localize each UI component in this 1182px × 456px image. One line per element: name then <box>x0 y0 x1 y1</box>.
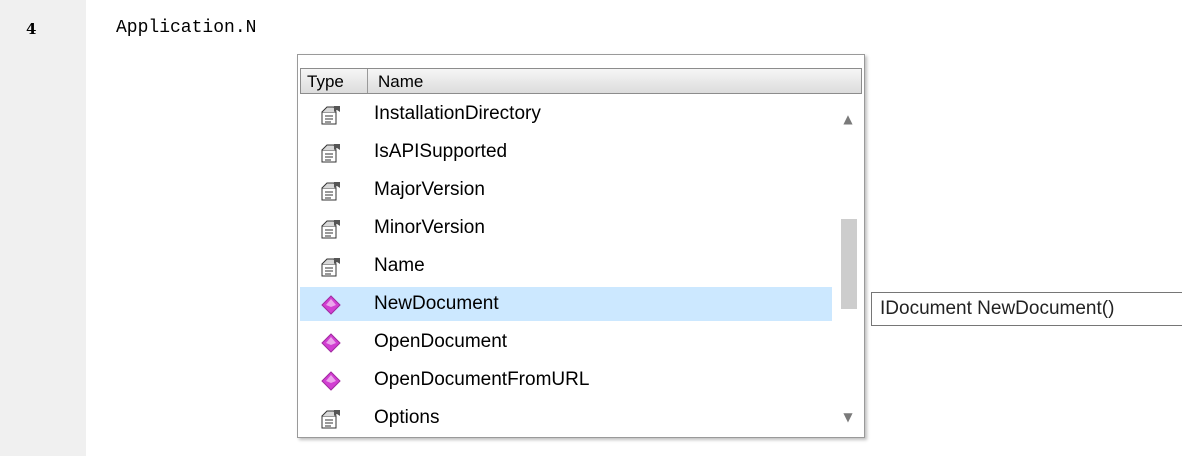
line-gutter: 4 <box>0 0 86 456</box>
property-icon <box>320 408 342 430</box>
completion-item[interactable]: NewDocument <box>300 287 832 321</box>
completion-item-label: OpenDocumentFromURL <box>374 369 590 390</box>
column-divider[interactable] <box>367 69 368 93</box>
completion-item[interactable]: Options <box>300 401 832 435</box>
completion-item-label: MajorVersion <box>374 179 485 200</box>
completion-item-label: OpenDocument <box>374 331 508 352</box>
completion-item-label: Options <box>374 407 440 428</box>
completion-item-label: MinorVersion <box>374 217 485 238</box>
completion-item-label: NewDocument <box>374 293 499 314</box>
code-line[interactable]: Application.N <box>116 18 256 38</box>
scrollbar-thumb[interactable] <box>841 219 857 309</box>
completion-item[interactable]: OpenDocument <box>300 325 832 359</box>
completion-item[interactable]: MinorVersion <box>300 211 832 245</box>
popup-top-strip <box>298 55 864 66</box>
scroll-up-arrow-icon[interactable]: ▲ <box>838 111 858 127</box>
completion-item[interactable]: InstallationDirectory <box>300 97 832 131</box>
completion-item-label: Name <box>374 255 425 276</box>
property-icon <box>320 142 342 164</box>
vertical-scrollbar[interactable]: ▲ ▼ <box>834 97 862 437</box>
signature-tooltip: IDocument NewDocument() <box>871 292 1182 326</box>
property-icon <box>320 104 342 126</box>
property-icon <box>320 180 342 202</box>
method-icon <box>320 294 342 316</box>
completion-item-label: InstallationDirectory <box>374 103 541 124</box>
method-icon <box>320 370 342 392</box>
completion-item[interactable]: Name <box>300 249 832 283</box>
property-icon <box>320 256 342 278</box>
scroll-down-arrow-icon[interactable]: ▼ <box>838 409 858 425</box>
column-header-type[interactable]: Type <box>307 72 344 92</box>
completion-item[interactable]: IsAPISupported <box>300 135 832 169</box>
completion-item[interactable]: OpenDocumentFromURL <box>300 363 832 397</box>
method-icon <box>320 332 342 354</box>
list-header: Type Name <box>300 68 862 94</box>
completion-item[interactable]: MajorVersion <box>300 173 832 207</box>
completion-item-label: IsAPISupported <box>374 141 508 162</box>
completion-list: InstallationDirectory IsAPISupported Maj… <box>300 97 832 437</box>
property-icon <box>320 218 342 240</box>
line-number: 4 <box>26 20 37 38</box>
column-header-name[interactable]: Name <box>378 72 423 92</box>
autocomplete-popup: Type Name InstallationDirectory IsAPISup… <box>297 54 865 438</box>
